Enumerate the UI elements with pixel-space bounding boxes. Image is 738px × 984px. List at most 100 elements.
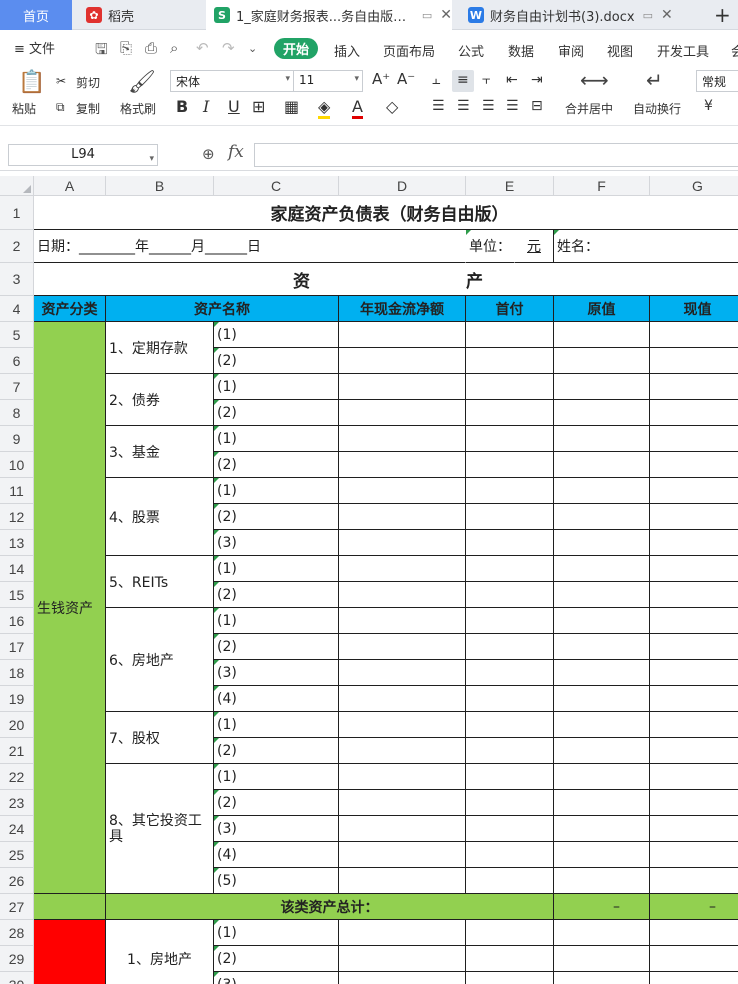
merge-center-icon[interactable]: ⟷ [580, 68, 609, 92]
name-label-cell[interactable]: 姓名： [554, 230, 738, 263]
align-top-icon[interactable]: ⫠ [432, 72, 440, 88]
column-header-e[interactable]: E [466, 176, 554, 196]
subitem-cell[interactable]: (2) [214, 582, 339, 608]
menu-formula[interactable]: 公式 [458, 41, 484, 60]
bold-icon[interactable]: B [176, 97, 188, 116]
menu-data[interactable]: 数据 [508, 41, 534, 60]
close-icon[interactable]: ✕ [440, 7, 452, 23]
increase-font-icon[interactable]: A⁺ [372, 70, 390, 88]
paste-icon[interactable]: 📋 [18, 70, 45, 95]
header-asset-category[interactable]: 资产分类 [34, 296, 106, 322]
print-icon[interactable]: ⎙ [145, 39, 157, 57]
row-header[interactable]: 6 [0, 348, 34, 374]
subitem-cell[interactable]: (3) [214, 816, 339, 842]
font-color-icon[interactable]: A [352, 97, 363, 119]
subitem-cell[interactable]: (1) [214, 374, 339, 400]
subtotal-label[interactable]: 该类资产总计： [106, 894, 554, 920]
clear-format-icon[interactable]: ◇ [386, 97, 398, 116]
unit-value-cell[interactable]: 元 [515, 230, 554, 263]
subitem-cell[interactable]: (1) [214, 920, 339, 946]
subitem-cell[interactable]: (3) [214, 972, 339, 984]
header-asset-name[interactable]: 资产名称 [106, 296, 339, 322]
fill-color-icon[interactable]: ◈ [318, 97, 331, 119]
header-current-value[interactable]: 现值 [650, 296, 738, 322]
currency-button[interactable]: ¥ [704, 98, 713, 114]
header-annual-cashflow[interactable]: 年现金流净额 [339, 296, 466, 322]
zoom-icon[interactable]: ⊕ [202, 145, 215, 163]
row-header[interactable]: 1 [0, 196, 34, 230]
fill-pattern-icon[interactable]: ▦ [284, 97, 299, 116]
row-header[interactable]: 20 [0, 712, 34, 738]
item-equity[interactable]: 7、股权 [106, 712, 214, 764]
menu-more[interactable]: 会 [731, 41, 738, 60]
formula-input[interactable] [254, 143, 738, 167]
underline-icon[interactable]: U [228, 97, 240, 116]
subitem-cell[interactable]: (1) [214, 712, 339, 738]
item-fixed-deposit[interactable]: 1、定期存款 [106, 322, 214, 374]
menu-view[interactable]: 视图 [607, 41, 633, 60]
row-header[interactable]: 9 [0, 426, 34, 452]
column-header-c[interactable]: C [214, 176, 339, 196]
subitem-cell[interactable]: (1) [214, 478, 339, 504]
item-reits[interactable]: 5、REITs [106, 556, 214, 608]
item-stocks[interactable]: 4、股票 [106, 478, 214, 556]
tab-document[interactable]: W 财务自由计划书(3).docx ▭ ✕ [460, 0, 704, 30]
row-header[interactable]: 15 [0, 582, 34, 608]
align-middle-icon[interactable]: ≡ [457, 72, 469, 88]
subitem-cell[interactable]: (3) [214, 660, 339, 686]
row-header[interactable]: 21 [0, 738, 34, 764]
save-icon[interactable]: 🖫 [95, 39, 108, 64]
cut-icon[interactable]: ✂ [56, 74, 66, 88]
category-second-block[interactable] [34, 920, 106, 984]
preview-icon[interactable]: ⌕ [170, 39, 178, 57]
item-real-estate[interactable]: 6、房地产 [106, 608, 214, 712]
row-header[interactable]: 29 [0, 946, 34, 972]
align-center-icon[interactable]: ☰ [457, 98, 470, 114]
align-left-icon[interactable]: ☰ [432, 98, 445, 114]
row-header[interactable]: 4 [0, 296, 34, 322]
auto-wrap-icon[interactable]: ↵ [646, 68, 663, 92]
row-header[interactable]: 27 [0, 894, 34, 920]
row-header[interactable]: 16 [0, 608, 34, 634]
column-header-a[interactable]: A [34, 176, 106, 196]
subitem-cell[interactable]: (1) [214, 556, 339, 582]
row-header[interactable]: 11 [0, 478, 34, 504]
sheet-title[interactable]: 家庭资产负债表（财务自由版） [34, 196, 738, 230]
row-header[interactable]: 26 [0, 868, 34, 894]
menu-start[interactable]: 开始 [274, 38, 318, 59]
menu-developer[interactable]: 开发工具 [657, 41, 709, 60]
column-header-g[interactable]: G [650, 176, 738, 196]
item-funds[interactable]: 3、基金 [106, 426, 214, 478]
font-size-select[interactable]: 11 ▾ [293, 70, 363, 92]
merge-center-button[interactable]: 合并居中 [565, 100, 613, 117]
subitem-cell[interactable]: (5) [214, 868, 339, 894]
item-other-investments[interactable]: 8、其它投资工具 [106, 764, 214, 894]
row-header[interactable]: 23 [0, 790, 34, 816]
column-header-b[interactable]: B [106, 176, 214, 196]
redo-icon[interactable]: ↷ [222, 39, 235, 57]
subitem-cell[interactable]: (2) [214, 738, 339, 764]
row-header[interactable]: 8 [0, 400, 34, 426]
align-right-icon[interactable]: ☰ [482, 98, 495, 114]
unit-label-cell[interactable]: 单位： [466, 230, 515, 263]
subitem-cell[interactable]: (2) [214, 400, 339, 426]
copy-button[interactable]: 复制 [76, 100, 100, 117]
row-header[interactable]: 30 [0, 972, 34, 984]
italic-icon[interactable]: I [203, 97, 209, 116]
asset-data-cells-2[interactable] [339, 920, 738, 984]
cut-button[interactable]: 剪切 [76, 74, 100, 91]
subitem-cell[interactable]: (2) [214, 946, 339, 972]
number-format-select[interactable]: 常规 [696, 70, 738, 92]
row-header[interactable]: 19 [0, 686, 34, 712]
distribute-icon[interactable]: ⊟ [531, 98, 543, 114]
row-header[interactable]: 14 [0, 556, 34, 582]
align-bottom-icon[interactable]: ⫟ [482, 72, 490, 88]
menu-insert[interactable]: 插入 [334, 41, 360, 60]
subtotal-current-value[interactable]: – [650, 894, 738, 920]
more-icon[interactable]: ⌄ [248, 42, 257, 55]
row-header[interactable]: 25 [0, 842, 34, 868]
row-header[interactable]: 18 [0, 660, 34, 686]
subitem-cell[interactable]: (2) [214, 634, 339, 660]
row-header[interactable]: 28 [0, 920, 34, 946]
row-header[interactable]: 5 [0, 322, 34, 348]
